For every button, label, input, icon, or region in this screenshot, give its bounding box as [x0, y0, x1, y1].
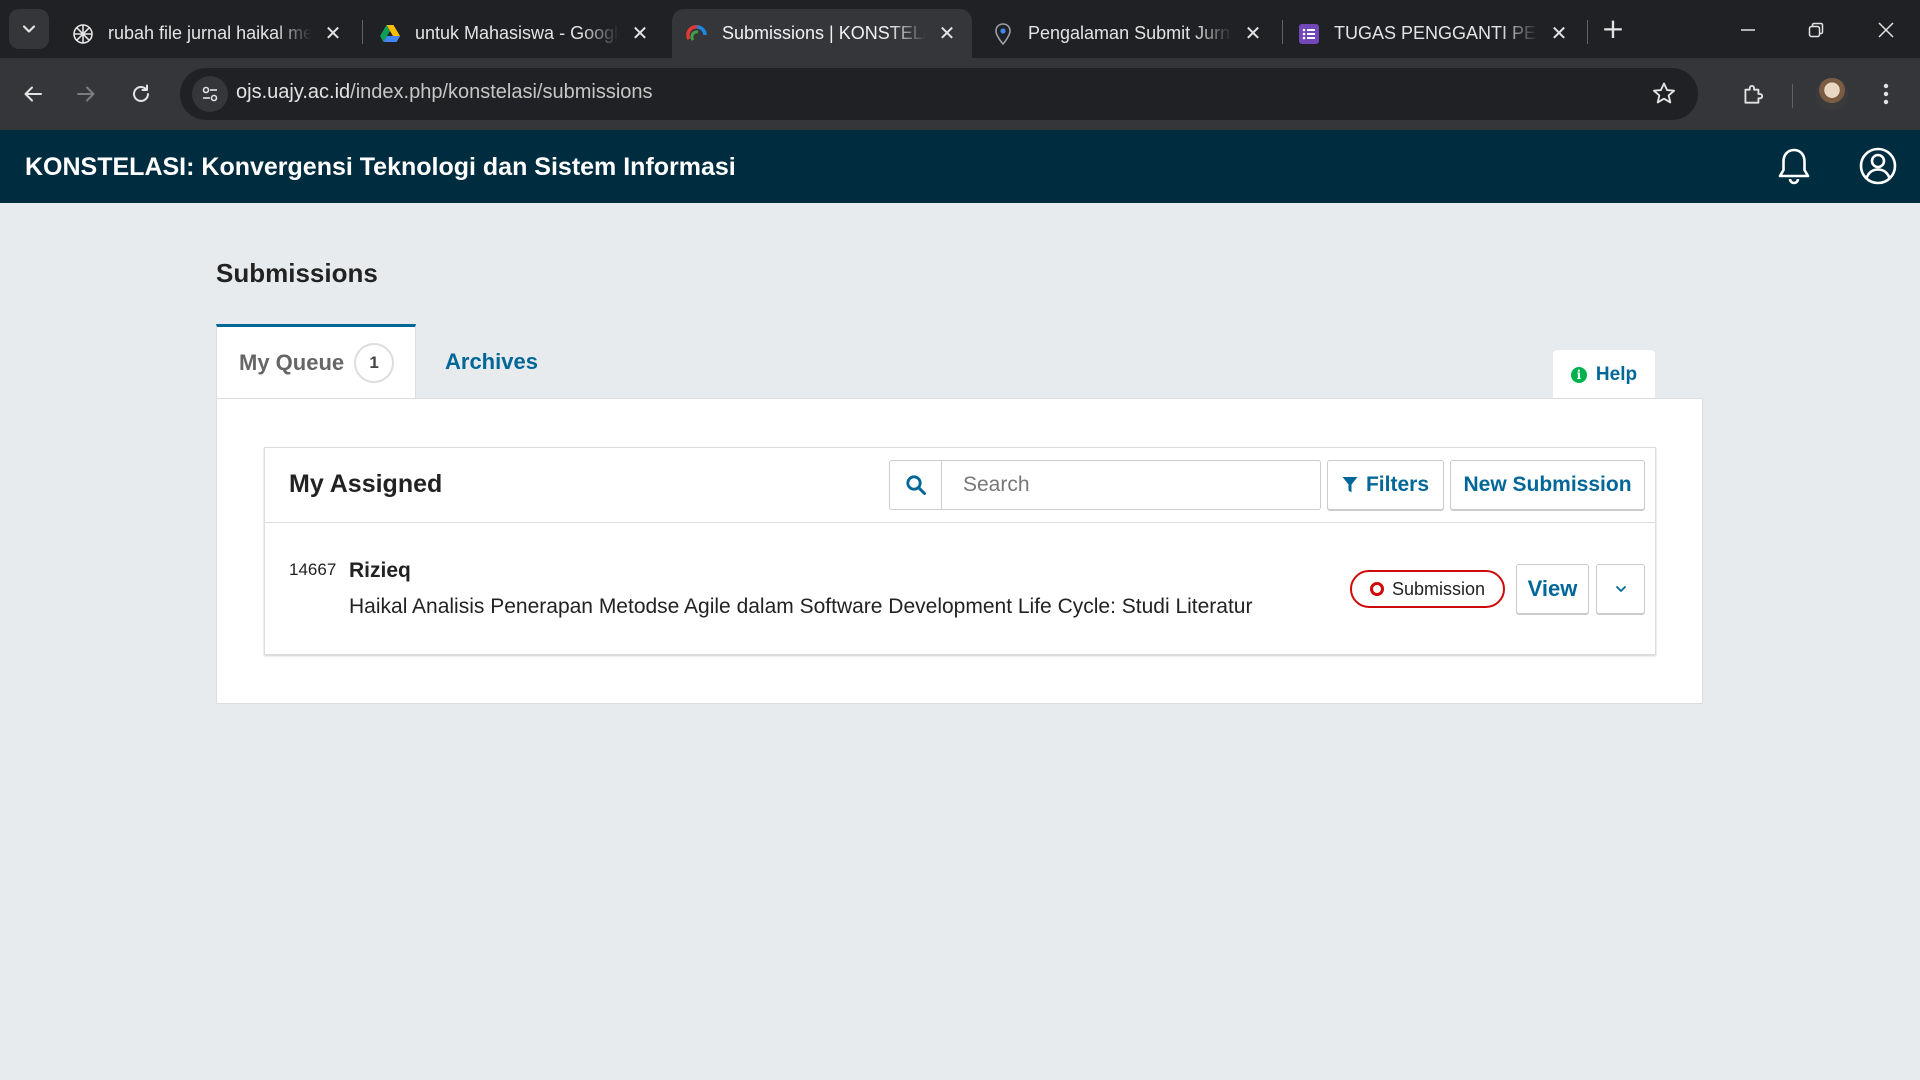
- google-forms-icon: [1298, 23, 1320, 45]
- search-icon: [905, 475, 926, 495]
- user-menu-button[interactable]: [1856, 144, 1900, 188]
- profile-button[interactable]: [1810, 72, 1854, 116]
- chevron-down-icon: [1615, 586, 1626, 592]
- notifications-button[interactable]: [1772, 144, 1816, 188]
- browser-tab-1[interactable]: rubah file jurnal haikal menjadi ✕: [58, 9, 358, 58]
- list-title: My Assigned: [289, 470, 443, 498]
- back-button[interactable]: [11, 72, 55, 116]
- user-circle-icon: [1859, 147, 1897, 185]
- minimize-icon: [1741, 29, 1755, 31]
- extensions-button[interactable]: [1731, 72, 1775, 116]
- browser-tab-2[interactable]: untuk Mahasiswa - Google Drive ✕: [365, 9, 665, 58]
- browser-tab-strip: rubah file jurnal haikal menjadi ✕ untuk…: [0, 0, 1920, 58]
- tab-label: Archives: [445, 348, 538, 374]
- avatar: [1816, 78, 1848, 110]
- close-window-button[interactable]: [1858, 10, 1914, 50]
- submission-title: Haikal Analisis Penerapan Metodse Agile …: [349, 595, 1253, 618]
- tab-my-queue[interactable]: My Queue 1: [216, 324, 416, 399]
- ojs-favicon-icon: [686, 23, 708, 45]
- help-label: Help: [1595, 364, 1638, 385]
- restore-button[interactable]: [1788, 10, 1844, 50]
- new-tab-button[interactable]: +: [1597, 14, 1629, 46]
- site-title[interactable]: KONSTELASI: Konvergensi Teknologi dan Si…: [25, 153, 736, 182]
- search-button[interactable]: [890, 461, 942, 509]
- pinwheel-icon: [72, 23, 94, 45]
- reload-button[interactable]: [119, 72, 163, 116]
- kebab-menu-icon: [1883, 83, 1889, 105]
- tab-divider: [362, 20, 363, 44]
- arrow-left-icon: [24, 86, 42, 102]
- submissions-list: My Assigned Filters New Submission 14667…: [264, 447, 1656, 655]
- submission-id: 14667: [289, 560, 337, 579]
- stage-circle-icon: [1369, 582, 1384, 596]
- view-button[interactable]: View: [1516, 564, 1589, 614]
- minimize-button[interactable]: [1720, 10, 1776, 50]
- help-button[interactable]: i Help: [1553, 350, 1655, 400]
- map-pin-icon: [992, 22, 1014, 45]
- search-input[interactable]: [943, 461, 1319, 509]
- tab-search-button[interactable]: [9, 9, 49, 49]
- stage-label: Submission: [1391, 578, 1486, 599]
- list-header: My Assigned Filters New Submission: [265, 448, 1655, 523]
- submission-author: Rizieq: [349, 559, 411, 582]
- puzzle-icon: [1744, 84, 1764, 104]
- toolbar-divider: [1792, 84, 1793, 108]
- browser-menu-button[interactable]: [1864, 72, 1908, 116]
- url-domain: ojs.uajy.ac.id: [236, 81, 351, 103]
- filters-button[interactable]: Filters: [1327, 460, 1444, 510]
- page-title: Submissions: [216, 258, 378, 288]
- list-item: 14667 Rizieq Haikal Analisis Penerapan M…: [265, 524, 1655, 654]
- status-badge: Submission: [1350, 570, 1505, 608]
- browser-tab-4[interactable]: Pengalaman Submit Jurnal ✕: [978, 9, 1278, 58]
- bookmark-star-icon[interactable]: [1650, 80, 1678, 108]
- tab-divider: [1282, 20, 1283, 44]
- forward-button[interactable]: [64, 72, 108, 116]
- close-tab-icon[interactable]: ✕: [322, 23, 344, 45]
- view-label: View: [1527, 576, 1578, 601]
- expand-button[interactable]: [1596, 564, 1645, 614]
- tune-icon: [202, 86, 218, 102]
- close-tab-icon[interactable]: ✕: [936, 23, 958, 45]
- info-icon: i: [1570, 367, 1587, 383]
- filters-label: Filters: [1365, 473, 1430, 496]
- tab-title: TUGAS PENGGANTI PERTEMUAN: [1334, 23, 1538, 43]
- tab-divider: [1587, 20, 1588, 44]
- browser-toolbar: ojs.uajy.ac.id/index.php/konstelasi/subm…: [0, 58, 1920, 130]
- close-tab-icon[interactable]: ✕: [1242, 23, 1264, 45]
- url-path: /index.php/konstelasi/submissions: [350, 81, 653, 103]
- reload-icon: [133, 84, 149, 102]
- bell-icon: [1778, 148, 1810, 185]
- close-icon: [1878, 22, 1894, 38]
- tab-title: rubah file jurnal haikal menjadi: [108, 23, 312, 43]
- address-bar[interactable]: ojs.uajy.ac.id/index.php/konstelasi/subm…: [180, 68, 1698, 120]
- new-submission-label: New Submission: [1463, 473, 1632, 496]
- site-header: KONSTELASI: Konvergensi Teknologi dan Si…: [0, 130, 1920, 203]
- close-tab-icon[interactable]: ✕: [629, 23, 651, 45]
- google-drive-icon: [379, 23, 401, 45]
- url-text: ojs.uajy.ac.id/index.php/konstelasi/subm…: [236, 81, 653, 104]
- queue-panel: My Assigned Filters New Submission 14667…: [216, 398, 1703, 704]
- tab-archives[interactable]: Archives: [445, 324, 538, 399]
- close-tab-icon[interactable]: ✕: [1548, 23, 1570, 45]
- chevron-down-icon: [22, 25, 36, 33]
- arrow-right-icon: [77, 86, 95, 102]
- queue-count-badge: 1: [354, 343, 395, 383]
- tab-label: My Queue: [239, 350, 345, 375]
- search-field: [889, 460, 1321, 510]
- tab-title: Submissions | KONSTELASI: [722, 23, 926, 43]
- tab-title: Pengalaman Submit Jurnal: [1028, 23, 1232, 43]
- filter-icon: [1342, 477, 1358, 493]
- new-submission-button[interactable]: New Submission: [1450, 460, 1645, 510]
- browser-tab-5[interactable]: TUGAS PENGGANTI PERTEMUAN ✕: [1284, 9, 1584, 58]
- tab-title: untuk Mahasiswa - Google Drive: [415, 23, 619, 43]
- restore-icon: [1808, 22, 1824, 38]
- browser-tab-3[interactable]: Submissions | KONSTELASI ✕: [672, 9, 972, 58]
- site-info-button[interactable]: [192, 76, 228, 112]
